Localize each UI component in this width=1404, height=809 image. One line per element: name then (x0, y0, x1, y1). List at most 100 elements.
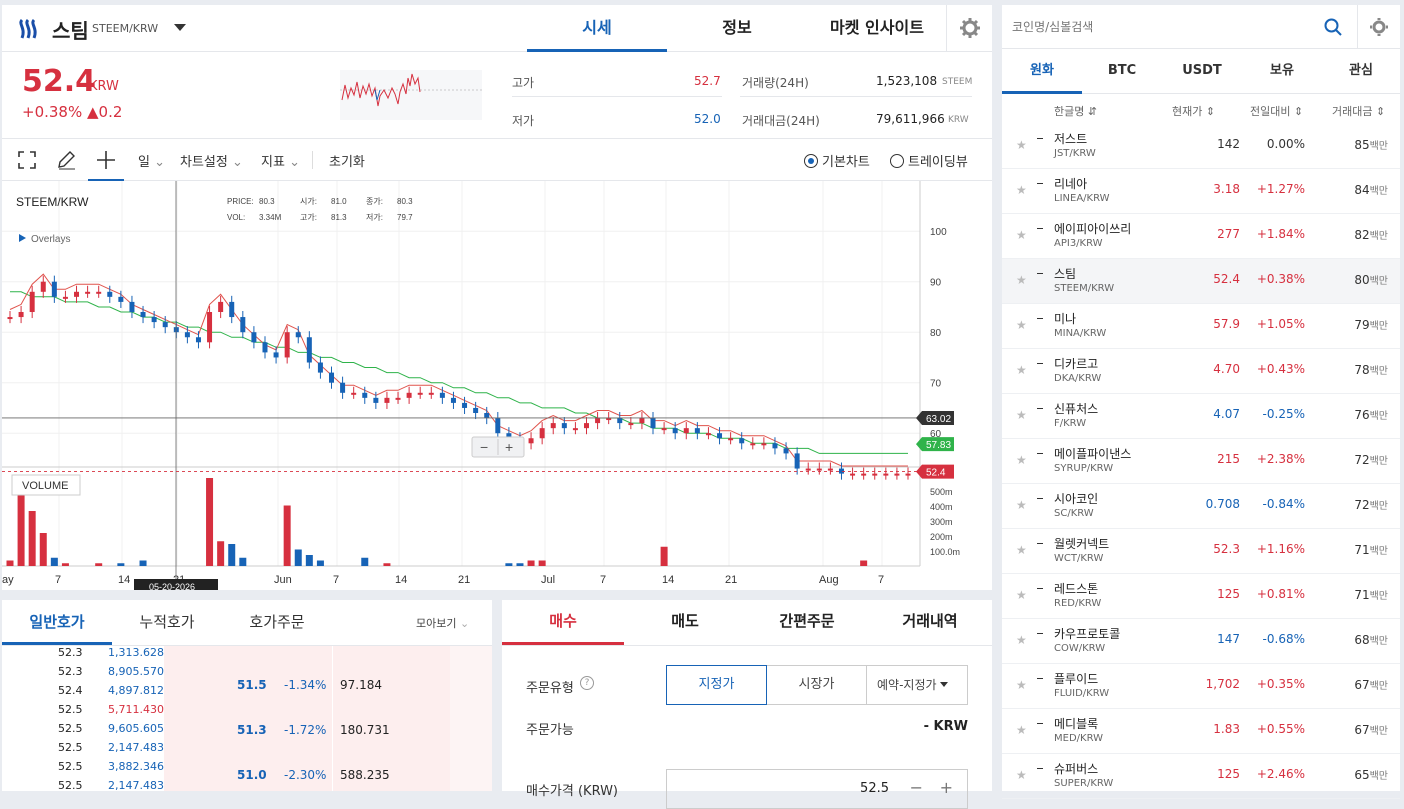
market-row[interactable]: ★ 플루이드 FLUID/KRW 1,702 +0.35% 67백만 (1002, 664, 1400, 709)
tab-btc[interactable]: BTC (1082, 49, 1162, 94)
market-row[interactable]: ★ 시아코인 SC/KRW 0.708 -0.84% 72백만 (1002, 484, 1400, 529)
market-volume: 85백만 (1354, 137, 1388, 152)
candle-body (717, 433, 723, 439)
market-row[interactable]: ★ 월렛커넥트 WCT/KRW 52.3 +1.16% 71백만 (1002, 529, 1400, 574)
market-row[interactable]: ★ 메디블록 MED/KRW 1.83 +0.55% 67백만 (1002, 709, 1400, 754)
market-row[interactable]: ★ 스팀 STEEM/KRW 52.4 +0.38% 80백만 (1002, 259, 1400, 304)
star-icon[interactable]: ★ (1016, 498, 1027, 512)
tab-info[interactable]: 정보 (667, 5, 807, 52)
settings-gear-icon[interactable] (946, 5, 992, 52)
star-icon[interactable]: ★ (1016, 453, 1027, 467)
col-price[interactable]: 현재가 ⇕ (1172, 103, 1215, 119)
star-icon[interactable]: ★ (1016, 183, 1027, 197)
tab-orderbook-order[interactable]: 호가주문 (222, 600, 332, 645)
tab-price[interactable]: 시세 (527, 5, 667, 52)
view-select[interactable]: 모아보기 ⌄ (416, 615, 469, 631)
tab-holdings[interactable]: 보유 (1242, 49, 1322, 94)
coin-pair[interactable]: STEEM/KRW (92, 22, 158, 35)
market-price: 4.07 (1213, 407, 1240, 421)
ask-price[interactable]: 51.5 (237, 678, 267, 692)
market-row[interactable]: ★ 카우프로토콜 COW/KRW 147 -0.68% 68백만 (1002, 619, 1400, 664)
market-name: 에이피아이쓰리 (1054, 222, 1132, 236)
crosshair-tool[interactable] (88, 139, 124, 181)
star-icon[interactable]: ★ (1016, 768, 1027, 782)
market-row[interactable]: ★ 리네아 LINEA/KRW 3.18 +1.27% 84백만 (1002, 169, 1400, 214)
tab-favorites[interactable]: 관심 (1322, 49, 1400, 94)
coin-header: 스팀 STEEM/KRW 시세 정보 마켓 인사이트 (2, 5, 992, 52)
col-change[interactable]: 전일대비 ⇕ (1250, 103, 1303, 119)
decrease-icon[interactable]: − (910, 778, 923, 797)
star-icon[interactable]: ★ (1016, 363, 1027, 377)
market-row[interactable]: ★ 레드스톤 RED/KRW 125 +0.81% 71백만 (1002, 574, 1400, 619)
market-row[interactable]: ★ 디카르고 DKA/KRW 4.70 +0.43% 78백만 (1002, 349, 1400, 394)
indicator-select[interactable]: 지표 ⌄ (261, 151, 300, 170)
tab-krw[interactable]: 원화 (1002, 49, 1082, 94)
volume-bar (316, 560, 324, 566)
tab-buy[interactable]: 매수 (502, 600, 624, 645)
market-volume-unit: 백만 (1369, 456, 1388, 467)
market-row[interactable]: ★ 미나 MINA/KRW 57.9 +1.05% 79백만 (1002, 304, 1400, 349)
star-icon[interactable]: ★ (1016, 138, 1027, 152)
tab-usdt[interactable]: USDT (1162, 49, 1242, 94)
basic-chart-radio[interactable]: 기본차트 (804, 151, 870, 170)
star-icon[interactable]: ★ (1016, 318, 1027, 332)
market-row[interactable]: ★ 에이피아이쓰리 API3/KRW 277 +1.84% 82백만 (1002, 214, 1400, 259)
increase-icon[interactable]: + (940, 778, 953, 797)
chart-settings-select[interactable]: 차트설정 ⌄ (180, 151, 243, 170)
tab-sell[interactable]: 매도 (624, 600, 746, 645)
market-pair: SC/KRW (1054, 508, 1094, 519)
divider (740, 96, 972, 97)
tradingview-radio[interactable]: 트레이딩뷰 (890, 151, 968, 170)
star-icon[interactable]: ★ (1016, 588, 1027, 602)
market-row[interactable]: ★ 신퓨처스 F/KRW 4.07 -0.25% 76백만 (1002, 394, 1400, 439)
candle-body (805, 468, 811, 471)
market-row[interactable]: ★ 저스트 JST/KRW 142 0.00% 85백만 (1002, 124, 1400, 169)
star-icon[interactable]: ★ (1016, 273, 1027, 287)
fullscreen-icon[interactable] (18, 151, 36, 169)
steem-logo-icon (19, 18, 37, 39)
period-select[interactable]: 일 ⌄ (138, 151, 165, 170)
ask-price[interactable]: 51.0 (237, 768, 267, 782)
tab-cumulative-orderbook[interactable]: 누적호가 (112, 600, 222, 645)
limit-order-button[interactable]: 지정가 (666, 665, 767, 705)
candle-body (18, 312, 24, 318)
star-icon[interactable]: ★ (1016, 723, 1027, 737)
star-icon[interactable]: ★ (1016, 633, 1027, 647)
candle-body (617, 418, 623, 424)
buy-price-input[interactable]: 52.5 − + (666, 769, 968, 809)
market-order-button[interactable]: 시장가 (767, 665, 867, 705)
market-row[interactable]: ★ 슈퍼버스 SUPER/KRW 125 +2.46% 65백만 (1002, 754, 1400, 799)
star-icon[interactable]: ★ (1016, 543, 1027, 557)
buy-price-value: 52.5 (860, 781, 889, 796)
dash-icon (1037, 138, 1043, 139)
market-settings-button[interactable] (1357, 5, 1400, 49)
coin-name[interactable]: 스팀 (52, 15, 89, 44)
star-icon[interactable]: ★ (1016, 678, 1027, 692)
col-volume[interactable]: 거래대금 ⇕ (1332, 103, 1385, 119)
tab-simple-order[interactable]: 간편주문 (746, 600, 868, 645)
coin-dropdown-icon[interactable] (174, 24, 186, 31)
tab-market-insight[interactable]: 마켓 인사이트 (807, 5, 947, 52)
tab-history[interactable]: 거래내역 (868, 600, 992, 645)
candle-body (195, 337, 201, 343)
star-icon[interactable]: ★ (1016, 408, 1027, 422)
reserve-order-button[interactable]: 예약-지정가 (867, 665, 968, 705)
reset-button[interactable]: 초기화 (329, 151, 365, 170)
market-name: 저스트 (1054, 132, 1088, 146)
pencil-icon[interactable] (56, 150, 76, 170)
col-name[interactable]: 한글명 ⇵ (1054, 103, 1097, 119)
search-input[interactable] (1012, 15, 1312, 39)
candlestick-chart[interactable]: 10090807060 500m400m300m200m100.0m ay 7 14… (2, 181, 992, 590)
volume-bar (516, 563, 524, 566)
info-high-label: 고가: (300, 213, 317, 222)
volume-bar (505, 563, 513, 566)
help-icon[interactable]: ? (580, 676, 594, 690)
volume-bar (95, 563, 103, 566)
star-icon[interactable]: ★ (1016, 228, 1027, 242)
search-icon[interactable] (1324, 18, 1342, 36)
tab-general-orderbook[interactable]: 일반호가 (2, 600, 112, 645)
ask-price[interactable]: 51.3 (237, 723, 267, 737)
orderbook-price: 52.5 (58, 741, 83, 754)
market-pair: JST/KRW (1054, 148, 1096, 159)
market-row[interactable]: ★ 메이플파이낸스 SYRUP/KRW 215 +2.38% 72백만 (1002, 439, 1400, 484)
